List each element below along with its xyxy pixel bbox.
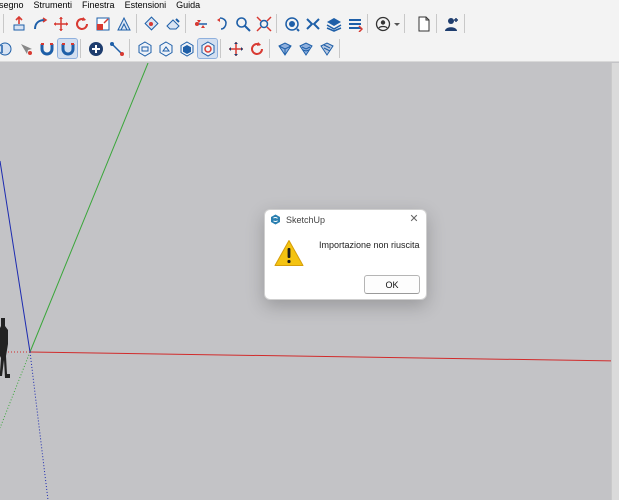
right-view-icon[interactable] xyxy=(197,38,218,59)
warning-icon xyxy=(274,240,304,266)
chevron-down-icon[interactable] xyxy=(392,14,401,33)
scale-icon[interactable] xyxy=(93,14,112,33)
toolbar-separator xyxy=(136,14,137,33)
shaded-icon[interactable] xyxy=(275,39,294,58)
textured-icon[interactable] xyxy=(296,39,315,58)
secondary-toolbar xyxy=(0,36,619,62)
account-icon[interactable] xyxy=(442,14,461,33)
menu-finestra[interactable]: Finestra xyxy=(77,0,120,11)
import-error-dialog: SketchUp ✕ Importazione non riuscita OK xyxy=(264,209,427,300)
dimension-icon[interactable] xyxy=(282,14,301,33)
rotate-tool-icon[interactable] xyxy=(247,39,266,58)
menu-guida[interactable]: Guida xyxy=(171,0,205,11)
select-icon[interactable] xyxy=(16,39,35,58)
magnet-icon[interactable] xyxy=(37,39,56,58)
menu-bar: isegno Strumenti Finestra Estensioni Gui… xyxy=(0,0,619,11)
main-toolbar xyxy=(0,11,619,36)
tape-measure-icon[interactable] xyxy=(107,39,126,58)
new-file-icon[interactable] xyxy=(414,14,433,33)
dialog-titlebar[interactable]: SketchUp ✕ xyxy=(265,210,426,229)
dialog-body: Importazione non riuscita OK xyxy=(265,229,426,299)
solid-tools-icon[interactable] xyxy=(0,39,14,58)
dialog-title: SketchUp xyxy=(286,214,326,225)
top-view-icon[interactable] xyxy=(156,39,175,58)
orbit-icon[interactable] xyxy=(212,14,231,33)
sandbox-icon[interactable] xyxy=(303,14,322,33)
toolbar-separator xyxy=(367,14,368,33)
scale-figure xyxy=(0,318,10,378)
sketchup-logo-icon xyxy=(270,214,281,225)
close-icon[interactable]: ✕ xyxy=(408,213,420,225)
toolbar-separator xyxy=(404,14,405,33)
section-plane-icon[interactable] xyxy=(114,14,133,33)
move-tool-icon[interactable] xyxy=(226,39,245,58)
toolbar-separator xyxy=(129,39,130,58)
ok-button[interactable]: OK xyxy=(364,275,420,294)
front-view-icon[interactable] xyxy=(177,39,196,58)
zoom-icon[interactable] xyxy=(233,14,252,33)
toolbar-separator xyxy=(220,39,221,58)
blue-axis-dotted xyxy=(29,351,49,500)
menu-disegno[interactable]: isegno xyxy=(0,0,29,11)
red-axis xyxy=(29,351,619,362)
toolbar-separator xyxy=(464,14,465,33)
menu-estensioni[interactable]: Estensioni xyxy=(120,0,172,11)
rotate-icon[interactable] xyxy=(72,14,91,33)
monochrome-icon[interactable] xyxy=(317,39,336,58)
toolbar-separator xyxy=(80,39,81,58)
move-icon[interactable] xyxy=(51,14,70,33)
toolbar-separator xyxy=(185,14,186,33)
zoom-extents-icon[interactable] xyxy=(254,14,273,33)
flip-icon[interactable] xyxy=(191,14,210,33)
toolbar-separator xyxy=(269,39,270,58)
vertical-scrollbar[interactable] xyxy=(611,63,619,500)
user-icon[interactable] xyxy=(373,14,392,33)
toolbar-separator xyxy=(436,14,437,33)
model-info-icon[interactable] xyxy=(345,14,364,33)
layers-icon[interactable] xyxy=(324,14,343,33)
dialog-message: Importazione non riuscita xyxy=(319,240,420,250)
follow-me-icon[interactable] xyxy=(30,14,49,33)
push-pull-icon[interactable] xyxy=(9,14,28,33)
eraser-icon[interactable] xyxy=(163,14,182,33)
menu-strumenti[interactable]: Strumenti xyxy=(29,0,78,11)
add-icon[interactable] xyxy=(86,39,105,58)
toolbar-separator xyxy=(276,14,277,33)
magnet-active-icon[interactable] xyxy=(57,38,78,59)
toolbar-separator xyxy=(3,14,4,33)
green-axis xyxy=(29,63,149,353)
toolbar-separator xyxy=(339,39,340,58)
paint-bucket-icon[interactable] xyxy=(142,14,161,33)
iso-view-icon[interactable] xyxy=(135,39,154,58)
